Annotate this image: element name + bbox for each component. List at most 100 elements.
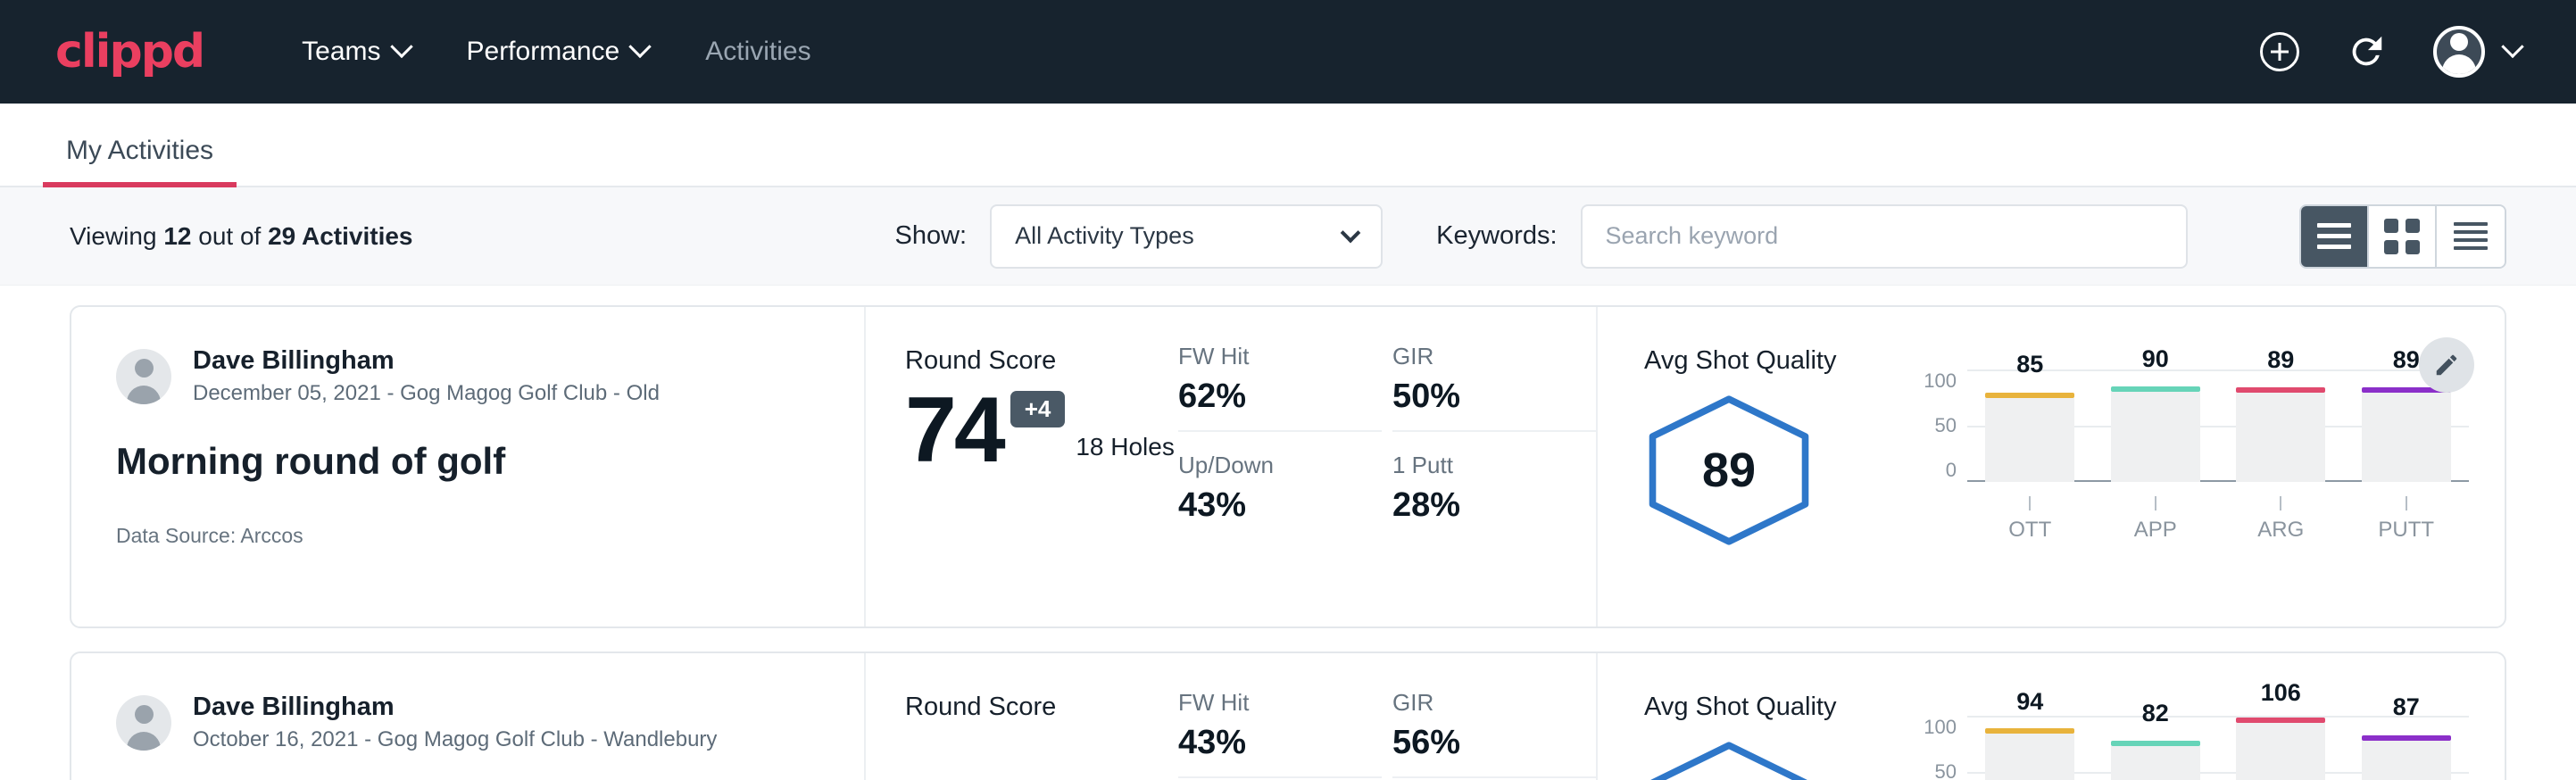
bar-value: 85 bbox=[2016, 351, 2043, 378]
nav-performance-label: Performance bbox=[467, 37, 620, 67]
avg-shot-quality-value bbox=[1644, 740, 1814, 780]
filter-bar: Viewing 12 out of 29 Activities Show: Al… bbox=[0, 187, 2576, 286]
stat-gir: GIR 56% bbox=[1392, 689, 1596, 778]
stat-label: FW Hit bbox=[1178, 343, 1382, 370]
y-tick: 100 bbox=[1924, 716, 1957, 739]
activity-data-source: Data Source: Arccos bbox=[116, 524, 819, 548]
stat-label: Up/Down bbox=[1178, 452, 1382, 479]
viewing-suffix: Activities bbox=[295, 222, 412, 250]
chart-bars: 85 90 89 89 bbox=[1967, 369, 2469, 482]
activity-type-select[interactable]: All Activity Types bbox=[990, 204, 1383, 269]
viewing-count: 12 bbox=[163, 222, 191, 250]
bar-value: 89 bbox=[2393, 346, 2420, 374]
player-name: Dave Billingham bbox=[193, 346, 660, 376]
stat-gir: GIR 50% bbox=[1392, 343, 1596, 432]
round-score-column: Round Score bbox=[866, 653, 1178, 780]
viewing-prefix: Viewing bbox=[70, 222, 163, 250]
primary-nav-items: Teams Performance Activities bbox=[302, 37, 2260, 67]
tab-my-activities[interactable]: My Activities bbox=[43, 136, 237, 186]
y-tick: 0 bbox=[1946, 459, 1957, 482]
shot-quality-summary: Avg Shot Quality 89 bbox=[1644, 346, 1912, 626]
nav-right-actions bbox=[2260, 26, 2521, 78]
player-avatar-icon bbox=[116, 695, 171, 751]
activity-meta: December 05, 2021 - Gog Magog Golf Club … bbox=[193, 381, 660, 406]
add-circle-icon[interactable] bbox=[2260, 32, 2299, 71]
activity-title: Morning round of golf bbox=[116, 440, 819, 483]
y-tick: 50 bbox=[1935, 760, 1957, 780]
shot-quality-chart: 100 50 0 94 bbox=[1912, 693, 2469, 780]
activities-list: Dave Billingham December 05, 2021 - Gog … bbox=[0, 286, 2576, 780]
y-tick: 50 bbox=[1935, 414, 1957, 437]
x-tick-ott: OTT bbox=[1985, 496, 2074, 543]
bar-app: 82 bbox=[2111, 716, 2200, 780]
compact-view-icon bbox=[2454, 222, 2488, 250]
x-tick-putt: PUTT bbox=[2362, 496, 2451, 543]
bar-value: 94 bbox=[2016, 688, 2043, 716]
activity-info-column: Dave Billingham October 16, 2021 - Gog M… bbox=[71, 653, 866, 780]
refresh-icon[interactable] bbox=[2346, 31, 2387, 72]
stat-up-down: Up/Down 43% bbox=[1178, 452, 1382, 539]
player-avatar-icon bbox=[116, 349, 171, 404]
player-row: Dave Billingham December 05, 2021 - Gog … bbox=[116, 346, 819, 406]
shot-quality-summary: Avg Shot Quality bbox=[1644, 693, 1912, 780]
viewing-total: 29 bbox=[268, 222, 295, 250]
stat-fw-hit: FW Hit 43% bbox=[1178, 689, 1382, 778]
chevron-down-icon bbox=[629, 36, 652, 58]
compact-view-button[interactable] bbox=[2437, 206, 2505, 267]
grid-view-icon bbox=[2384, 219, 2420, 254]
search-input[interactable] bbox=[1581, 204, 2188, 269]
bar-value: 87 bbox=[2393, 693, 2420, 721]
viewing-mid: out of bbox=[191, 222, 268, 250]
stat-value: 62% bbox=[1178, 378, 1382, 416]
viewing-count-text: Viewing 12 out of 29 Activities bbox=[70, 222, 413, 251]
grid-view-button[interactable] bbox=[2369, 206, 2437, 267]
stats-column: FW Hit 43% GIR 56% bbox=[1178, 653, 1598, 780]
activity-meta: October 16, 2021 - Gog Magog Golf Club -… bbox=[193, 727, 717, 752]
bar-putt: 87 bbox=[2362, 716, 2451, 780]
stat-value: 28% bbox=[1392, 486, 1596, 525]
avg-shot-quality-label: Avg Shot Quality bbox=[1644, 693, 1912, 722]
clippd-logo[interactable]: clippd bbox=[55, 25, 204, 79]
list-view-icon bbox=[2317, 223, 2351, 249]
account-avatar-icon[interactable] bbox=[2433, 26, 2485, 78]
bar-value: 82 bbox=[2142, 700, 2169, 727]
bar-ott: 85 bbox=[1985, 369, 2074, 482]
stat-label: GIR bbox=[1392, 343, 1596, 370]
stat-value: 56% bbox=[1392, 724, 1596, 762]
bar-value: 90 bbox=[2142, 345, 2169, 373]
round-score-column: Round Score 74 +4 18 Holes bbox=[866, 307, 1178, 626]
round-score-row: 74 +4 18 Holes bbox=[905, 388, 1178, 474]
stats-column: FW Hit 62% GIR 50% Up/Down 43% 1 Putt 28… bbox=[1178, 307, 1598, 626]
activity-card[interactable]: Dave Billingham October 16, 2021 - Gog M… bbox=[70, 651, 2506, 780]
nav-item-teams[interactable]: Teams bbox=[302, 37, 409, 67]
holes-played: 18 Holes bbox=[1076, 433, 1175, 461]
show-label: Show: bbox=[895, 221, 968, 251]
round-score-value: 74 bbox=[905, 388, 1003, 474]
view-mode-toggle-group bbox=[2299, 204, 2506, 269]
activity-type-selected-value: All Activity Types bbox=[1015, 222, 1194, 250]
avg-shot-quality-label: Avg Shot Quality bbox=[1644, 346, 1912, 376]
shot-quality-column: Avg Shot Quality 100 50 0 bbox=[1598, 653, 2505, 780]
keywords-group: Keywords: bbox=[1436, 204, 2187, 269]
stat-value: 43% bbox=[1178, 486, 1382, 525]
activity-info-column: Dave Billingham December 05, 2021 - Gog … bbox=[71, 307, 866, 626]
account-menu[interactable] bbox=[2433, 26, 2521, 78]
edit-activity-button[interactable] bbox=[2419, 337, 2474, 393]
stat-label: FW Hit bbox=[1178, 689, 1382, 717]
shot-quality-hexagon bbox=[1644, 740, 1814, 780]
stat-value: 50% bbox=[1392, 378, 1596, 416]
nav-item-activities[interactable]: Activities bbox=[705, 37, 810, 67]
stats-grid: FW Hit 43% GIR 56% bbox=[1178, 689, 1596, 780]
bar-arg: 89 bbox=[2236, 369, 2325, 482]
bar-value: 106 bbox=[2261, 679, 2301, 707]
bar-ott: 94 bbox=[1985, 716, 2074, 780]
pencil-icon bbox=[2433, 352, 2460, 378]
nav-item-performance[interactable]: Performance bbox=[467, 37, 649, 67]
list-view-button[interactable] bbox=[2301, 206, 2369, 267]
shot-quality-column: Avg Shot Quality 89 100 50 0 bbox=[1598, 307, 2505, 626]
stats-grid: FW Hit 62% GIR 50% Up/Down 43% 1 Putt 28… bbox=[1178, 343, 1596, 539]
shot-quality-hexagon: 89 bbox=[1644, 394, 1814, 547]
stat-one-putt: 1 Putt 28% bbox=[1392, 452, 1596, 539]
activity-card[interactable]: Dave Billingham December 05, 2021 - Gog … bbox=[70, 305, 2506, 628]
round-score-label: Round Score bbox=[905, 346, 1178, 376]
